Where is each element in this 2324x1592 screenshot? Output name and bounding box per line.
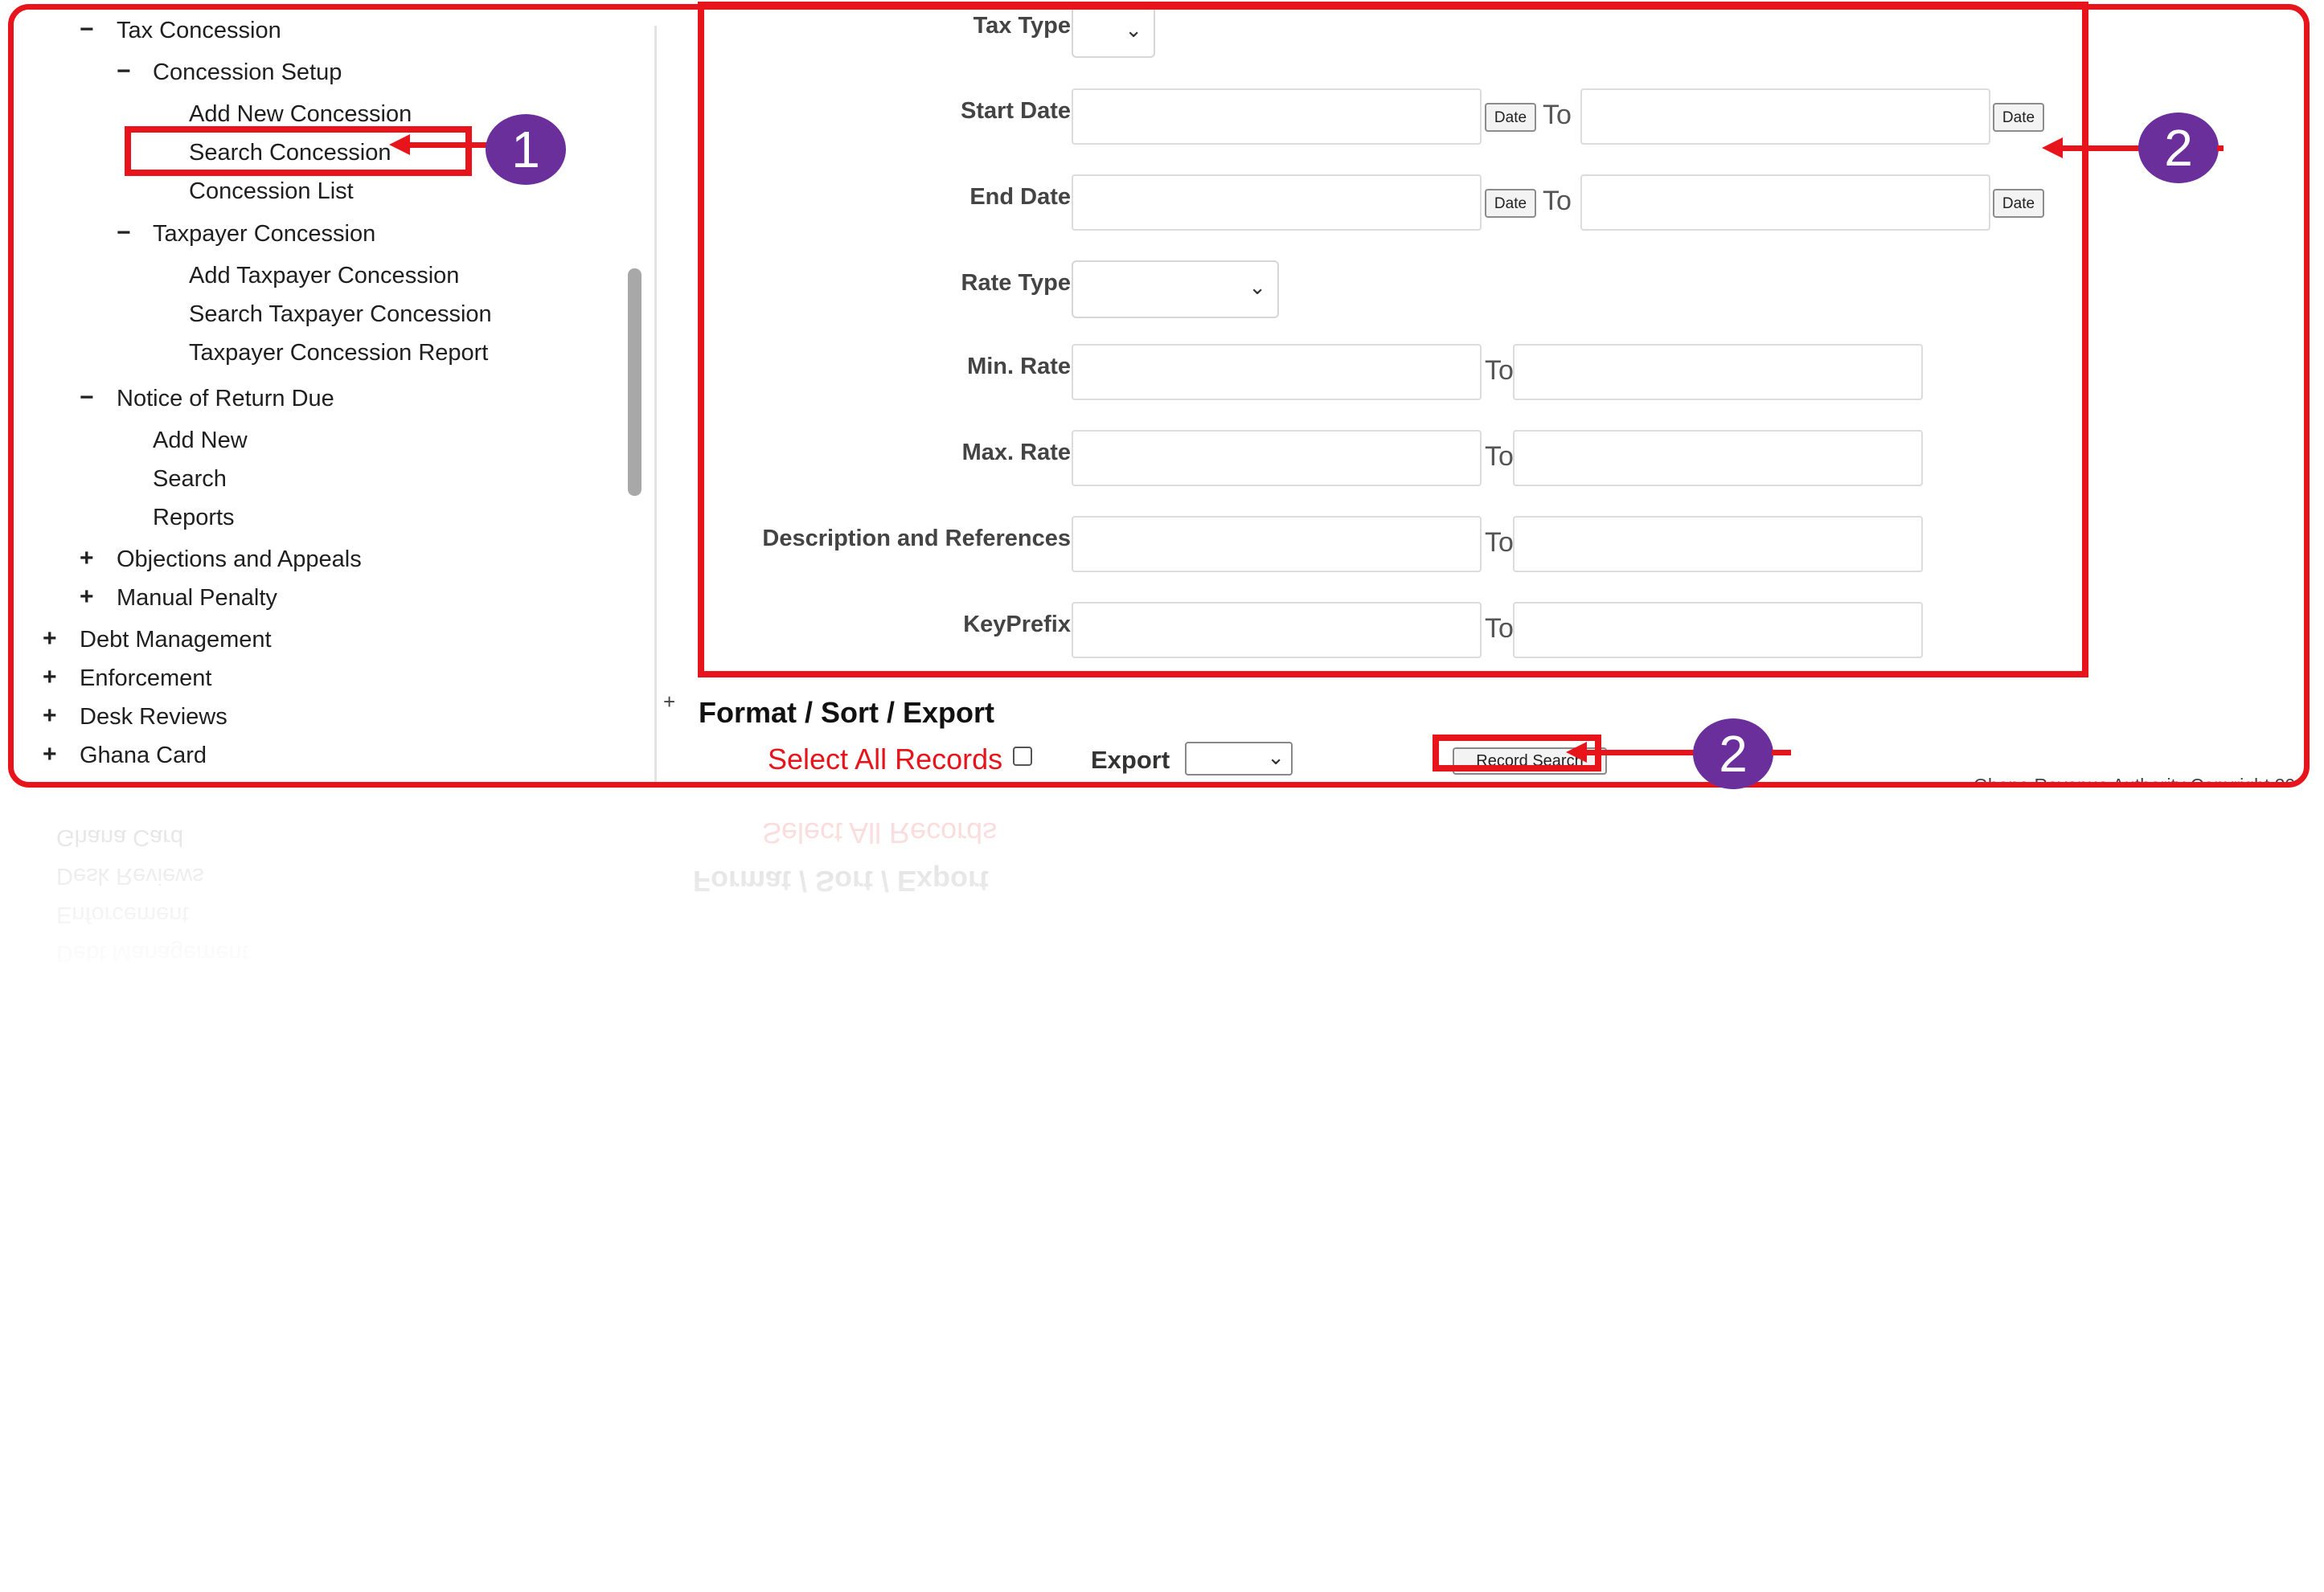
- annotation-badge-3: 2: [1693, 718, 1773, 789]
- highlight-search-concession: [125, 126, 472, 176]
- chevron-down-icon: ⌄: [1267, 745, 1285, 769]
- tree-item-manual-penalty[interactable]: Manual Penalty: [117, 585, 277, 612]
- tree-item-taxpayer-concession-report[interactable]: Taxpayer Concession Report: [189, 340, 488, 366]
- tree-item-desk-reviews[interactable]: Desk Reviews: [80, 704, 227, 731]
- collapse-icon[interactable]: −: [80, 384, 94, 411]
- collapse-icon[interactable]: −: [80, 16, 94, 43]
- tree-item-concession-list[interactable]: Concession List: [189, 178, 354, 205]
- expand-icon[interactable]: +: [80, 545, 94, 572]
- tree-item-concession-setup[interactable]: Concession Setup: [153, 59, 342, 86]
- tree-item-reports[interactable]: Reports: [153, 505, 235, 531]
- collapse-icon[interactable]: −: [117, 219, 131, 247]
- annotation-arrow-3: [1566, 742, 1587, 763]
- tree-item-search-taxpayer-concession[interactable]: Search Taxpayer Concession: [189, 301, 492, 328]
- tree-item-enforcement[interactable]: Enforcement: [80, 665, 211, 692]
- annotation-badge-1: 1: [486, 114, 566, 185]
- tree-item-tax-concession[interactable]: Tax Concession: [117, 18, 281, 44]
- expand-icon[interactable]: +: [43, 702, 57, 730]
- select-all-records-label: Select All Records: [768, 743, 1003, 776]
- sidebar-scrollbar[interactable]: [628, 268, 641, 496]
- tree-item-add-taxpayer-concession[interactable]: Add Taxpayer Concession: [189, 263, 459, 289]
- reflection: Ghana Card Desk Reviews Enforcement Debt…: [8, 792, 2310, 1009]
- tree-item-objections-and-appeals[interactable]: Objections and Appeals: [117, 546, 362, 573]
- expand-icon[interactable]: +: [80, 583, 94, 611]
- annotation-arrow-3-tail: [1772, 750, 1791, 755]
- highlight-search-fields: [698, 2, 2088, 677]
- expand-icon[interactable]: +: [43, 664, 57, 691]
- tree-item-taxpayer-concession[interactable]: Taxpayer Concession: [153, 221, 375, 248]
- annotation-badge-2: 2: [2138, 113, 2219, 183]
- tree-item-search[interactable]: Search: [153, 466, 227, 493]
- export-select[interactable]: ⌄: [1185, 742, 1293, 776]
- expand-icon[interactable]: +: [663, 690, 675, 714]
- tree-item-notice-of-return-due[interactable]: Notice of Return Due: [117, 386, 334, 412]
- expand-icon[interactable]: +: [43, 625, 57, 653]
- export-label: Export: [1091, 746, 1170, 774]
- tree-item-add-new[interactable]: Add New: [153, 428, 248, 454]
- annotation-arrow-3-line: [1585, 750, 1698, 755]
- annotation-arrow-1-line: [408, 142, 490, 148]
- collapse-icon[interactable]: −: [117, 58, 131, 85]
- expand-icon[interactable]: +: [43, 741, 57, 768]
- format-sort-export-title[interactable]: Format / Sort / Export: [699, 696, 994, 730]
- select-all-checkbox[interactable]: [1013, 747, 1032, 766]
- tree-item-debt-management[interactable]: Debt Management: [80, 627, 272, 653]
- tree-item-add-new-concession[interactable]: Add New Concession: [189, 101, 412, 128]
- annotation-arrow-2-line: [2061, 145, 2142, 151]
- copyright-text: Ghana Revenue Authority Copyright 2019: [1974, 775, 2310, 788]
- tree-item-ghana-card[interactable]: Ghana Card: [80, 743, 207, 769]
- annotation-arrow-2-tail: [2217, 145, 2224, 151]
- annotation-arrow-1: [389, 134, 410, 155]
- annotation-arrow-2: [2042, 137, 2063, 158]
